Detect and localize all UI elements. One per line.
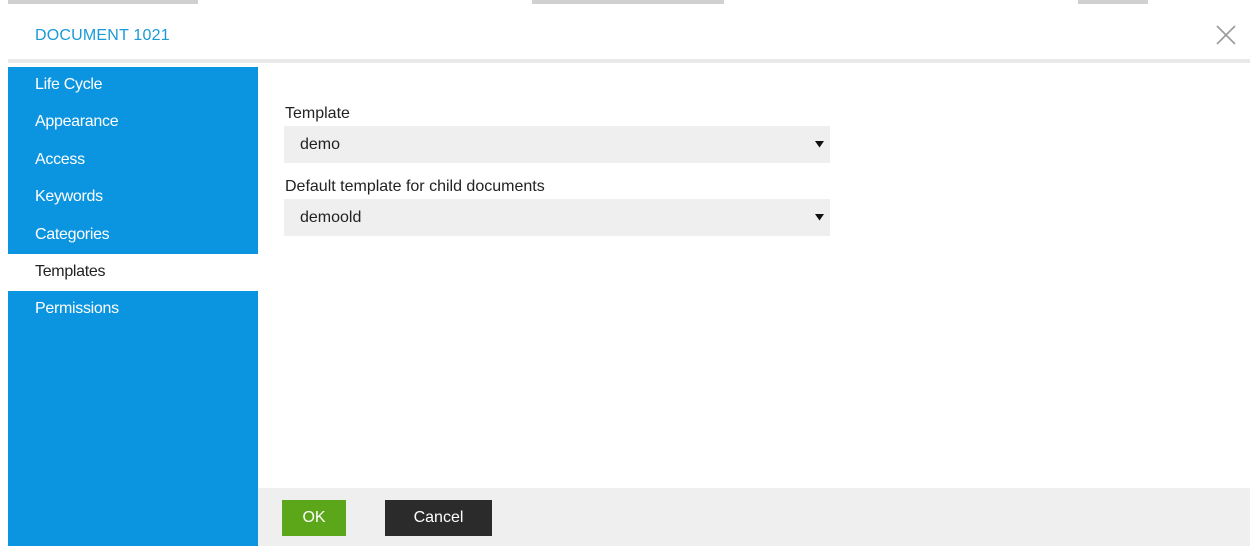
background-text-fragment [8,0,198,4]
dialog-footer: OK Cancel [258,488,1250,546]
child-template-select-value: demoold [300,209,362,226]
dropdown-arrow-icon [815,213,824,221]
dialog-sidebar: Life Cycle Appearance Access Keywords Ca… [8,67,258,546]
background-page-strip [0,0,1250,8]
templates-panel: Template demo Default template for child… [258,67,1250,488]
sidebar-item-keywords[interactable]: Keywords [8,179,258,216]
sidebar-item-permissions[interactable]: Permissions [8,291,258,328]
child-template-select[interactable]: demoold [284,199,830,236]
cancel-button[interactable]: Cancel [385,500,492,536]
sidebar-item-access[interactable]: Access [8,142,258,179]
sidebar-item-templates[interactable]: Templates [8,253,258,292]
dialog-title: DOCUMENT 1021 [35,27,170,44]
dialog-header: DOCUMENT 1021 [8,9,1250,63]
document-properties-dialog: DOCUMENT 1021 Life Cycle Appearance Acce… [8,9,1250,546]
background-text-fragment [1078,0,1148,4]
dropdown-arrow-icon [815,140,824,148]
close-icon[interactable] [1214,23,1238,47]
sidebar-item-life-cycle[interactable]: Life Cycle [8,67,258,104]
sidebar-item-appearance[interactable]: Appearance [8,104,258,141]
template-select-value: demo [300,136,341,153]
sidebar-item-categories[interactable]: Categories [8,217,258,254]
template-label: Template [285,105,350,122]
ok-button[interactable]: OK [282,500,346,536]
child-template-label: Default template for child documents [285,178,545,195]
template-select[interactable]: demo [284,126,830,163]
background-text-fragment [532,0,724,4]
